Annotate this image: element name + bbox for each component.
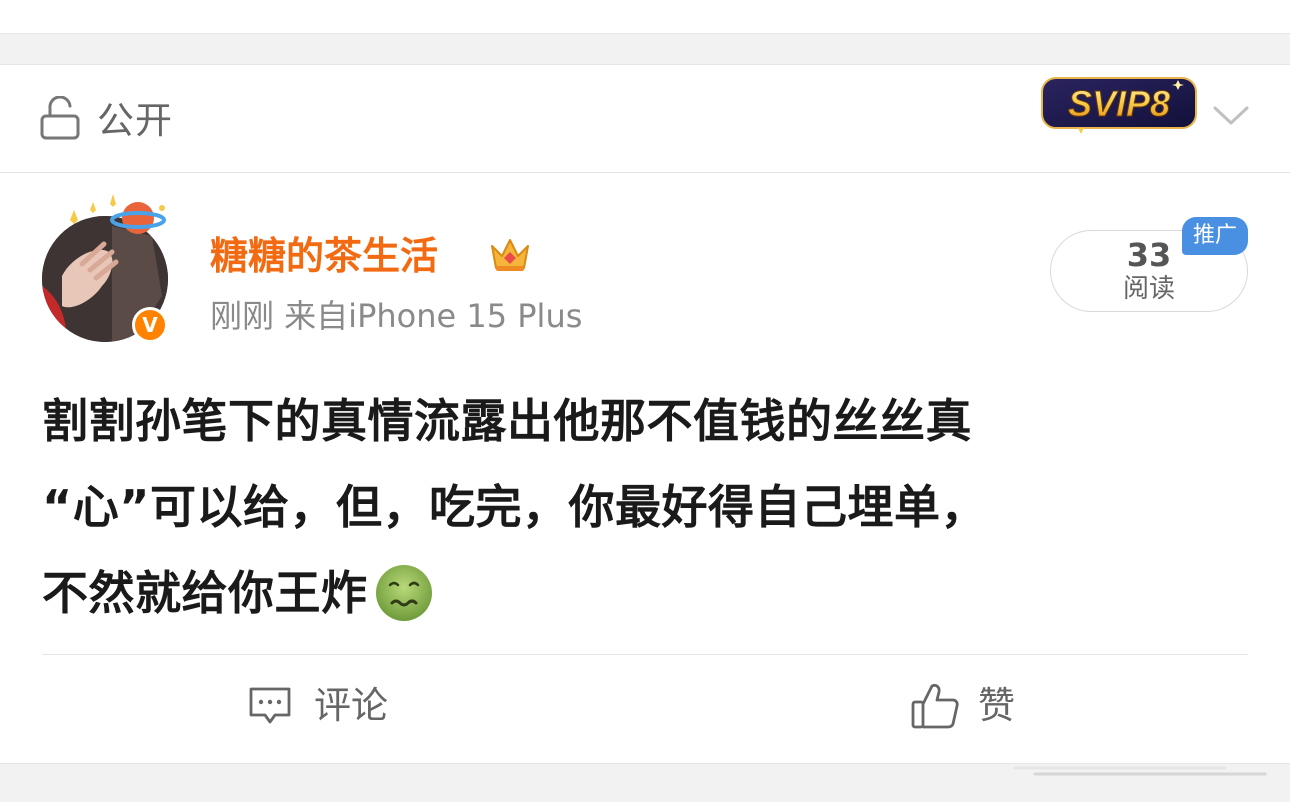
- post-text: 割割孙笔下的真情流露出他那不值钱的丝丝真 “心”可以给，但，吃完，你最好得自己埋…: [42, 378, 1252, 636]
- top-spacer: [0, 0, 1290, 33]
- svip8-badge[interactable]: SVIP8: [1038, 72, 1200, 136]
- thumbs-up-icon: [911, 683, 959, 729]
- post-meta: 刚刚 来自iPhone 15 Plus: [210, 297, 583, 335]
- post-text-line-content: 不然就给你王炸: [42, 566, 368, 620]
- post-text-line: “心”可以给，但，吃完，你最好得自己埋单，: [42, 480, 987, 534]
- scroll-handle-icon: [1013, 766, 1267, 776]
- crown-icon[interactable]: [488, 232, 532, 274]
- author-name[interactable]: 糖糖的茶生活: [210, 232, 438, 280]
- visibility-label[interactable]: 公开: [97, 98, 173, 144]
- chevron-down-icon[interactable]: [1212, 103, 1250, 129]
- comment-icon: [249, 687, 291, 724]
- post-text-line: 割割孙笔下的真情流露出他那不值钱的丝丝真: [42, 394, 972, 448]
- read-label: 阅读: [1122, 274, 1175, 304]
- verified-badge: V: [132, 307, 168, 343]
- svip-badge-text: SVIP8: [1068, 83, 1170, 124]
- section-gap: [0, 33, 1290, 65]
- promo-badge[interactable]: 推广: [1182, 217, 1248, 255]
- lock-open-icon[interactable]: [38, 96, 82, 142]
- divider: [42, 654, 1248, 655]
- like-label: 赞: [978, 684, 1015, 727]
- avatar-decoration-icon: [70, 194, 166, 234]
- post-text-line: 不然就给你王炸: [42, 550, 1252, 636]
- comment-label: 评论: [314, 684, 388, 727]
- nauseated-face-emoji: [375, 564, 432, 621]
